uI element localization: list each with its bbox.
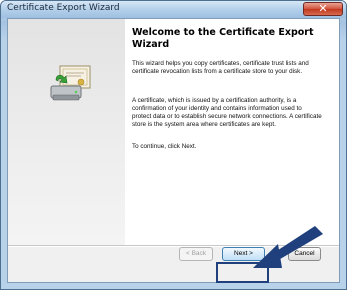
back-button[interactable]: < Back (179, 247, 213, 261)
next-button[interactable]: Next > (222, 247, 265, 261)
close-button[interactable]: ✕ (303, 2, 343, 16)
wizard-client-area: Welcome to the Certificate Export Wizard… (7, 18, 340, 283)
close-icon: ✕ (318, 2, 328, 15)
continue-instruction: To continue, click Next. (132, 143, 197, 150)
wizard-heading: Welcome to the Certificate Export Wizard (132, 27, 314, 50)
title-bar[interactable]: Certificate Export Wizard ✕ (1, 1, 346, 18)
wizard-side-panel (8, 19, 125, 245)
window-title: Certificate Export Wizard (7, 3, 120, 13)
certificate-export-icon (50, 65, 91, 101)
next-button-highlight (216, 262, 269, 283)
cancel-button[interactable]: Cancel (288, 247, 321, 261)
intro-paragraph: This wizard helps you copy certificates,… (132, 60, 309, 75)
certificate-description-paragraph: A certificate, which is issued by a cert… (132, 97, 322, 128)
certificate-export-wizard-window: Certificate Export Wizard ✕ Welcome to t… (0, 0, 347, 290)
